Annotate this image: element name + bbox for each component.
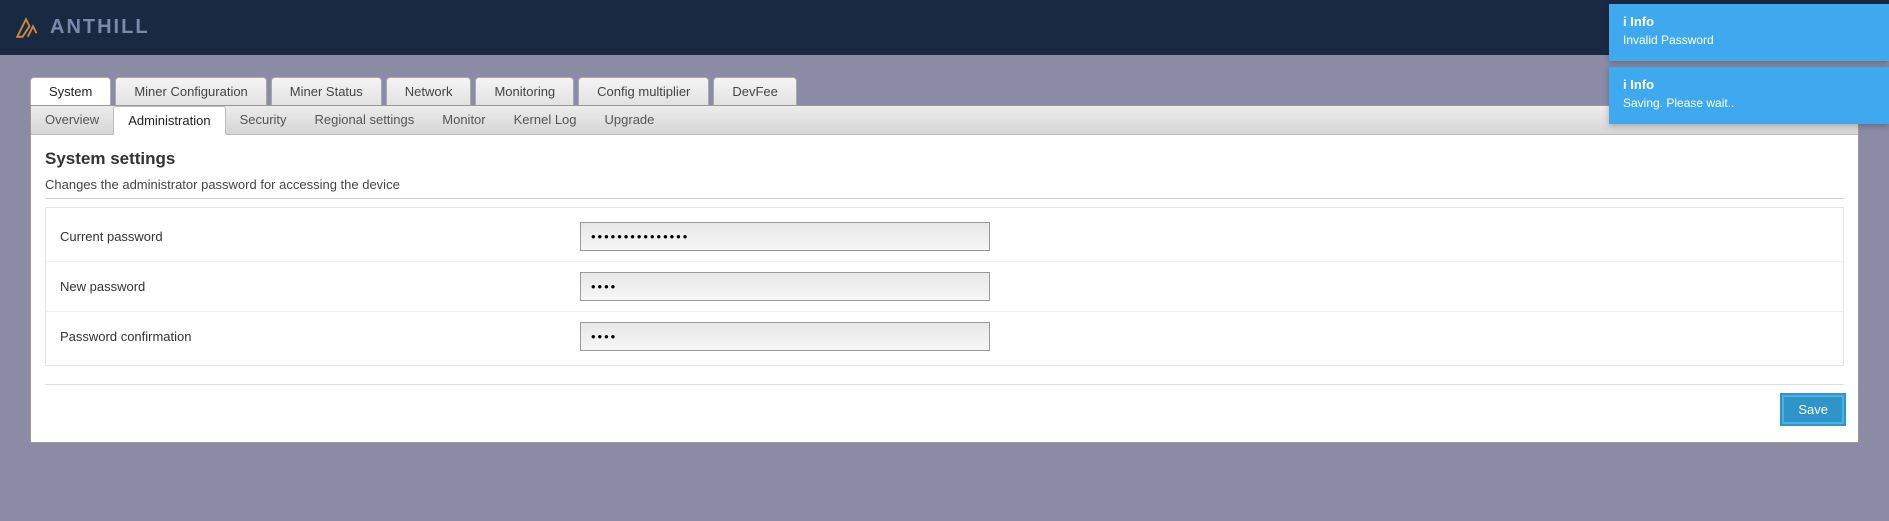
notification-title: i Info	[1623, 77, 1875, 92]
password-form: Current password New password Password c…	[45, 207, 1844, 366]
notification-title: i Info	[1623, 14, 1875, 29]
save-button[interactable]: Save	[1782, 395, 1844, 424]
new-password-label: New password	[60, 279, 580, 294]
content-area: System settings Changes the administrato…	[31, 135, 1858, 442]
subtab-monitor[interactable]: Monitor	[428, 106, 499, 134]
secondary-tabs: Overview Administration Security Regiona…	[31, 106, 1858, 135]
tab-system[interactable]: System	[30, 77, 111, 105]
current-password-label: Current password	[60, 229, 580, 244]
page-body: System Miner Configuration Miner Status …	[0, 55, 1889, 465]
notification-message: Saving. Please wait..	[1623, 96, 1875, 110]
subtab-administration[interactable]: Administration	[113, 106, 225, 135]
password-confirmation-label: Password confirmation	[60, 329, 580, 344]
brand: ANTHILL	[12, 14, 150, 42]
form-row-new-password: New password	[46, 262, 1843, 312]
subtab-upgrade[interactable]: Upgrade	[591, 106, 669, 134]
subtab-regional-settings[interactable]: Regional settings	[301, 106, 429, 134]
primary-tabs: System Miner Configuration Miner Status …	[30, 77, 1859, 105]
section-title: System settings	[45, 145, 1844, 177]
notifications-stack: i Info Invalid Password i Info Saving. P…	[1609, 4, 1889, 124]
notification-toast[interactable]: i Info Invalid Password	[1609, 4, 1889, 61]
current-password-input[interactable]	[580, 222, 990, 251]
tab-miner-configuration[interactable]: Miner Configuration	[115, 77, 266, 105]
subtab-overview[interactable]: Overview	[31, 106, 113, 134]
notification-toast[interactable]: i Info Saving. Please wait..	[1609, 67, 1889, 124]
tab-devfee[interactable]: DevFee	[713, 77, 797, 105]
tab-network[interactable]: Network	[386, 77, 472, 105]
section-description: Changes the administrator password for a…	[45, 177, 1844, 199]
tab-monitoring[interactable]: Monitoring	[475, 77, 574, 105]
main-panel: Overview Administration Security Regiona…	[30, 105, 1859, 443]
subtab-security[interactable]: Security	[226, 106, 301, 134]
new-password-input[interactable]	[580, 272, 990, 301]
topbar: ANTHILL Online 3.8.6 Find Miner St	[0, 0, 1889, 55]
password-confirmation-input[interactable]	[580, 322, 990, 351]
tab-config-multiplier[interactable]: Config multiplier	[578, 77, 709, 105]
subtab-kernel-log[interactable]: Kernel Log	[500, 106, 591, 134]
form-row-password-confirmation: Password confirmation	[46, 312, 1843, 361]
form-actions: Save	[45, 395, 1844, 424]
form-row-current-password: Current password	[46, 212, 1843, 262]
tab-miner-status[interactable]: Miner Status	[271, 77, 382, 105]
notification-message: Invalid Password	[1623, 33, 1875, 47]
anthill-logo-icon	[12, 14, 40, 42]
brand-name: ANTHILL	[50, 16, 150, 39]
divider	[45, 384, 1844, 385]
